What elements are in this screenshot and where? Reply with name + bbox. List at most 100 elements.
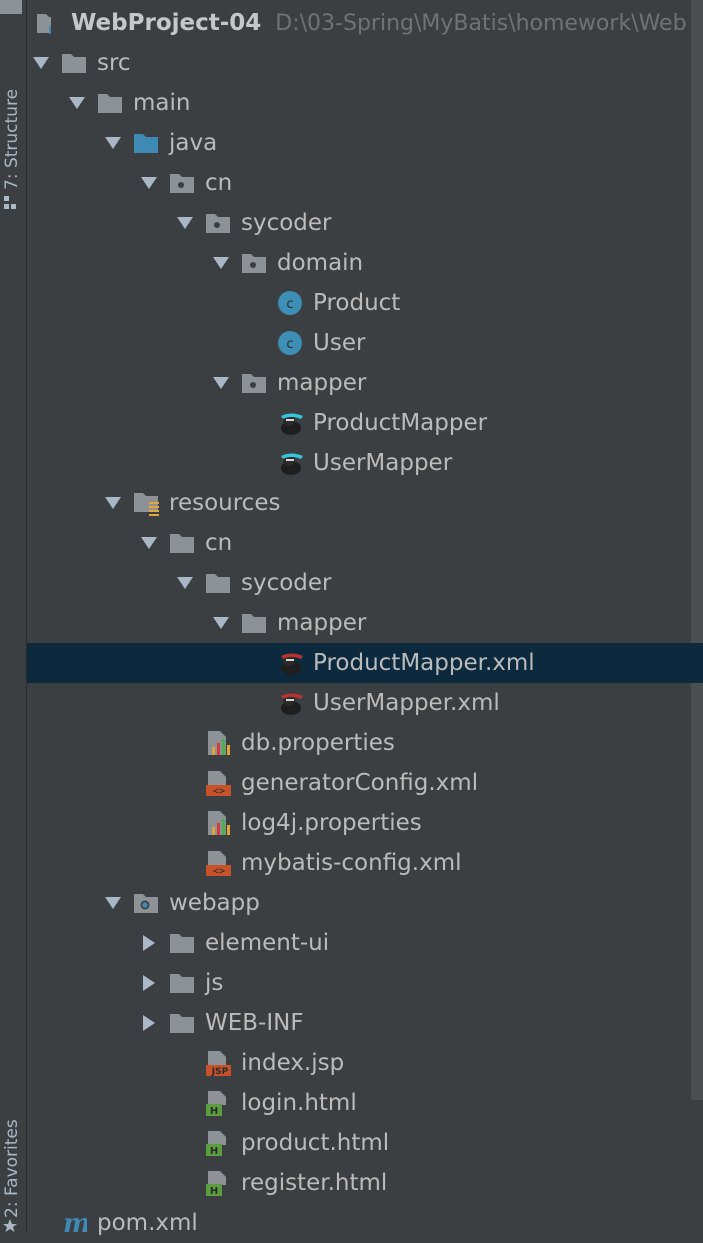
html-file-icon: H [205, 1170, 231, 1197]
tree-item-label: src [97, 50, 131, 76]
tree-row[interactable]: webapp [27, 883, 703, 923]
tree-row[interactable]: main [27, 83, 703, 123]
tree-item-label: product.html [241, 1130, 390, 1156]
expand-down-arrow-icon[interactable] [213, 375, 229, 391]
tree-row[interactable]: sycoder [27, 563, 703, 603]
collapse-right-arrow-icon[interactable] [141, 935, 157, 951]
folder-icon [97, 90, 123, 116]
tree-row[interactable]: log4j.properties [27, 803, 703, 843]
tree-row[interactable]: sycoder [27, 203, 703, 243]
expand-down-arrow-icon[interactable] [213, 255, 229, 271]
package-icon [241, 250, 267, 276]
tree-row[interactable]: Hregister.html [27, 1163, 703, 1203]
tree-row[interactable]: c User [27, 323, 703, 363]
expand-down-arrow-icon[interactable] [177, 215, 193, 231]
svg-text:<>: <> [213, 786, 225, 797]
package-icon [205, 210, 231, 236]
web-folder-icon [133, 890, 159, 916]
tree-item-label: ProductMapper [313, 410, 488, 436]
collapse-right-arrow-icon[interactable] [141, 975, 157, 991]
tree-row[interactable]: JSP index.jsp [27, 1043, 703, 1083]
tree-row[interactable]: m pom.xml [27, 1203, 703, 1243]
expand-down-arrow-icon[interactable] [213, 615, 229, 631]
tree-row[interactable]: ProductMapper [27, 403, 703, 443]
expand-down-arrow-icon[interactable] [105, 135, 121, 151]
structure-tab[interactable]: 7: Structure [1, 60, 23, 190]
tree-row[interactable]: src [27, 43, 703, 83]
tree-row[interactable]: ProductMapper.xml [27, 643, 703, 683]
package-icon [241, 370, 267, 396]
expand-down-arrow-icon[interactable] [141, 175, 157, 191]
project-path: D:\03-Spring\MyBatis\homework\Web [275, 10, 687, 36]
collapse-right-arrow-icon[interactable] [141, 1015, 157, 1031]
tree-item-label: resources [169, 490, 281, 516]
tree-item-label: index.jsp [241, 1050, 345, 1076]
tree-row[interactable]: UserMapper.xml [27, 683, 703, 723]
resources-folder-icon [133, 490, 159, 516]
favorites-tab[interactable]: 2: Favorites [1, 1088, 23, 1218]
tree-item-label: mapper [277, 370, 367, 396]
tree-item-label: pom.xml [97, 1210, 198, 1236]
project-name: WebProject-04 [71, 10, 262, 36]
tree-item-label: sycoder [241, 570, 332, 596]
tree-row[interactable]: c Product [27, 283, 703, 323]
tree-item-label: element-ui [205, 930, 330, 956]
tree-row[interactable]: domain [27, 243, 703, 283]
mybatis-xml-icon [277, 690, 303, 716]
xml-file-icon: <> [205, 850, 231, 877]
svg-text:<>: <> [213, 866, 225, 877]
tree-row[interactable]: UserMapper [27, 443, 703, 483]
mybatis-interface-icon [277, 450, 303, 476]
project-root-row[interactable]: WebProject-04 D:\03-Spring\MyBatis\homew… [27, 3, 703, 43]
tree-row[interactable]: mapper [27, 603, 703, 643]
tree-item-label: register.html [241, 1170, 388, 1196]
project-tree[interactable]: WebProject-04 D:\03-Spring\MyBatis\homew… [27, 0, 703, 1236]
svg-text:H: H [210, 1106, 218, 1117]
svg-text:JSP: JSP [211, 1067, 229, 1077]
tree-item-label: mapper [277, 610, 367, 636]
folder-icon [169, 930, 195, 956]
module-icon [35, 14, 51, 34]
expand-down-arrow-icon[interactable] [105, 895, 121, 911]
tree-row[interactable]: <> mybatis-config.xml [27, 843, 703, 883]
tree-item-label: ProductMapper.xml [313, 650, 535, 676]
tree-row[interactable]: cn [27, 163, 703, 203]
expand-down-arrow-icon[interactable] [141, 535, 157, 551]
tree-row[interactable]: java [27, 123, 703, 163]
folder-icon [169, 530, 195, 556]
expand-down-arrow-icon[interactable] [69, 95, 85, 111]
tree-row[interactable]: mapper [27, 363, 703, 403]
tree-row[interactable]: element-ui [27, 923, 703, 963]
package-icon [169, 170, 195, 196]
tree-item-label: UserMapper.xml [313, 690, 500, 716]
tree-row[interactable]: Hlogin.html [27, 1083, 703, 1123]
tree-item-label: cn [205, 530, 233, 556]
folder-icon [169, 1010, 195, 1036]
tree-item-label: login.html [241, 1090, 357, 1116]
tree-row[interactable]: <> generatorConfig.xml [27, 763, 703, 803]
class-icon: c [277, 290, 303, 316]
strip-top-marker [0, 0, 22, 14]
folder-icon [61, 50, 87, 76]
tree-row[interactable]: db.properties [27, 723, 703, 763]
tree-row[interactable]: js [27, 963, 703, 1003]
tree-row[interactable]: WEB-INF [27, 1003, 703, 1043]
tree-row[interactable]: cn [27, 523, 703, 563]
source-folder-icon [133, 130, 159, 156]
expand-down-arrow-icon[interactable] [33, 55, 49, 71]
properties-file-icon [205, 730, 231, 756]
tree-row[interactable]: resources [27, 483, 703, 523]
tree-row[interactable]: Hproduct.html [27, 1123, 703, 1163]
expand-down-arrow-icon[interactable] [105, 495, 121, 511]
class-icon: c [277, 330, 303, 356]
tree-item-label: mybatis-config.xml [241, 850, 462, 876]
maven-icon: m [61, 1210, 87, 1236]
expand-down-arrow-icon[interactable] [177, 575, 193, 591]
